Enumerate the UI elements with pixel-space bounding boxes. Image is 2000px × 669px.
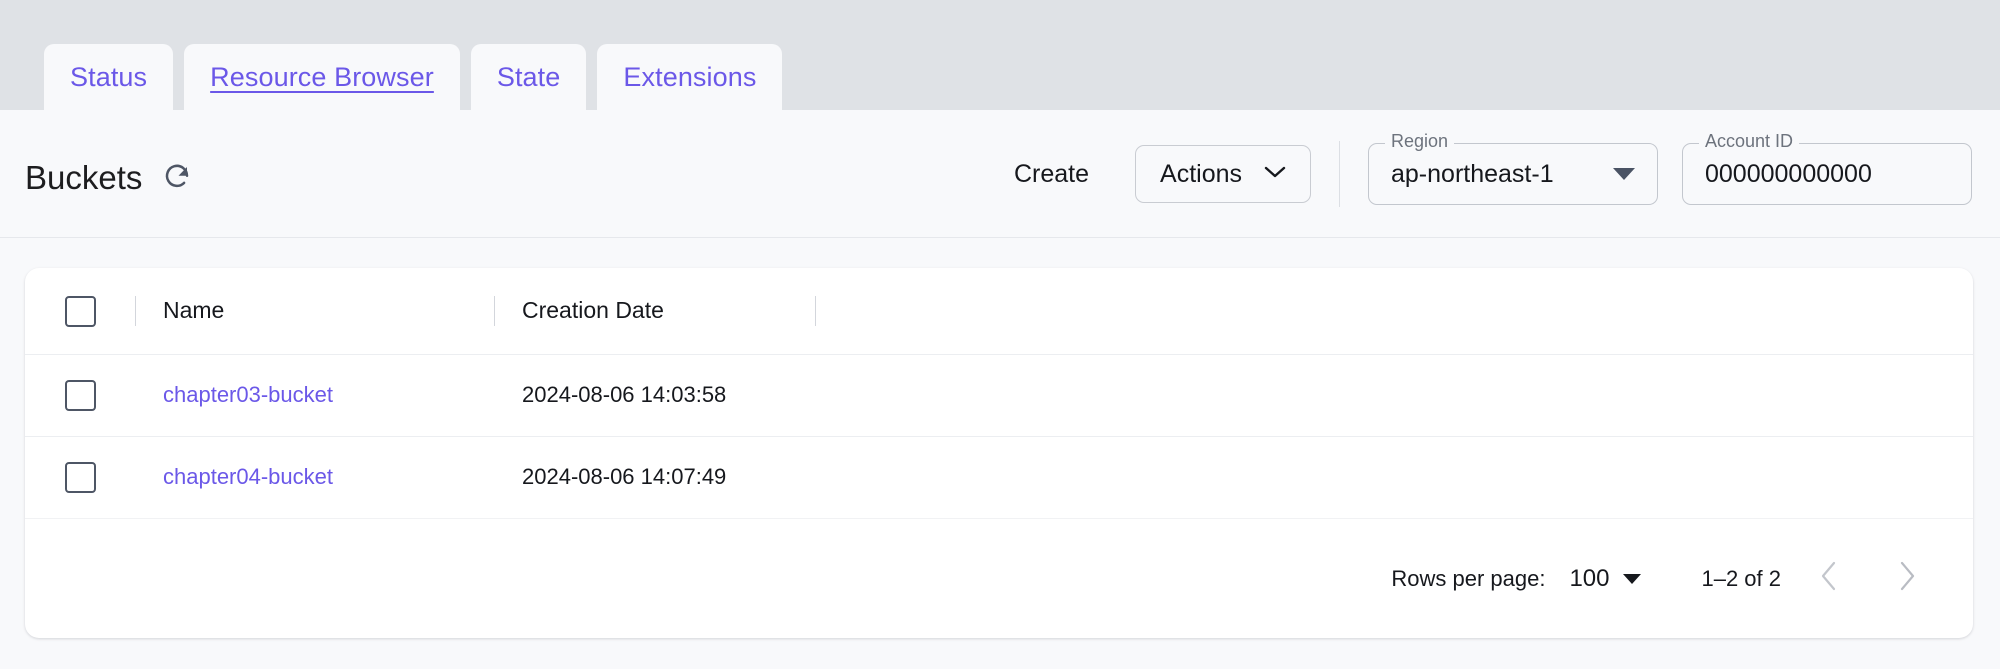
next-page-button[interactable] <box>1877 549 1937 609</box>
account-id-value: 000000000000 <box>1705 159 1872 188</box>
buckets-table-card: Name Creation Date chapter03-bucket 2024… <box>25 268 1973 638</box>
page-toolbar: Buckets Create Actions Region ap-northea… <box>0 110 2000 322</box>
bucket-name-link[interactable]: chapter04-bucket <box>163 464 333 489</box>
page-content: Name Creation Date chapter03-bucket 2024… <box>0 238 2000 669</box>
bucket-name-link[interactable]: chapter03-bucket <box>163 382 333 407</box>
column-header-label: Creation Date <box>522 297 664 323</box>
region-select-legend: Region <box>1385 132 1455 150</box>
row-select-cell <box>25 380 135 411</box>
cell-creation-date: 2024-08-06 14:07:49 <box>495 466 815 489</box>
toolbar-divider <box>1339 141 1340 207</box>
resource-browser-page: Status Resource Browser State Extensions… <box>0 0 2000 669</box>
row-select-cell <box>25 462 135 493</box>
table-header-row: Name Creation Date <box>25 268 1973 354</box>
title-group: Buckets <box>25 160 194 194</box>
tab-label: Status <box>70 61 148 92</box>
tab-bar: Status Resource Browser State Extensions <box>0 0 2000 110</box>
region-select[interactable]: Region ap-northeast-1 <box>1368 132 1658 205</box>
rows-per-page-label: Rows per page: <box>1391 565 1546 591</box>
page-title: Buckets <box>25 158 143 196</box>
account-id-field[interactable]: Account ID 000000000000 <box>1682 132 1972 205</box>
cell-creation-date: 2024-08-06 14:03:58 <box>495 384 815 407</box>
chevron-left-icon <box>1819 560 1839 597</box>
select-all-cell <box>25 295 135 327</box>
tab-label: Extensions <box>623 61 757 92</box>
toolbar-actions: Create Actions Region ap-northeast-1 Acc… <box>992 110 1972 238</box>
table-row[interactable]: chapter03-bucket 2024-08-06 14:03:58 <box>25 354 1973 436</box>
tab-resource-browser[interactable]: Resource Browser <box>184 44 460 110</box>
refresh-icon[interactable] <box>160 160 194 194</box>
column-header-creation-date[interactable]: Creation Date <box>495 299 815 323</box>
column-divider <box>815 296 816 326</box>
create-button-label: Create <box>1013 159 1090 188</box>
column-header-label: Name <box>163 297 225 323</box>
table-row[interactable]: chapter04-bucket 2024-08-06 14:07:49 <box>25 436 1973 518</box>
creation-date-value: 2024-08-06 14:03:58 <box>522 382 727 407</box>
rows-per-page-value: 100 <box>1569 564 1610 592</box>
region-select-value: ap-northeast-1 <box>1391 159 1554 188</box>
table-pagination: Rows per page: 100 1–2 of 2 <box>25 518 1973 638</box>
triangle-down-icon <box>1613 168 1635 180</box>
cell-bucket-name: chapter03-bucket <box>136 384 494 407</box>
account-id-legend: Account ID <box>1699 132 1800 150</box>
previous-page-button[interactable] <box>1799 549 1859 609</box>
create-button[interactable]: Create <box>992 152 1111 197</box>
actions-button-label: Actions <box>1160 159 1242 188</box>
triangle-down-icon <box>1623 573 1642 584</box>
row-checkbox[interactable] <box>64 380 96 411</box>
tab-state[interactable]: State <box>470 44 587 110</box>
pagination-range-label: 1–2 of 2 <box>1701 565 1781 591</box>
rows-per-page-select[interactable]: 100 <box>1569 564 1642 592</box>
tab-label: Resource Browser <box>210 61 434 92</box>
cell-bucket-name: chapter04-bucket <box>136 466 494 489</box>
chevron-right-icon <box>1897 560 1917 597</box>
column-header-name[interactable]: Name <box>136 299 494 323</box>
actions-button[interactable]: Actions <box>1135 145 1311 203</box>
tab-status[interactable]: Status <box>44 44 174 110</box>
tab-label: State <box>496 61 561 92</box>
tab-extensions[interactable]: Extensions <box>597 44 783 110</box>
chevron-down-icon <box>1264 165 1286 184</box>
row-checkbox[interactable] <box>64 462 96 493</box>
creation-date-value: 2024-08-06 14:07:49 <box>522 464 727 489</box>
select-all-checkbox[interactable] <box>64 295 96 327</box>
